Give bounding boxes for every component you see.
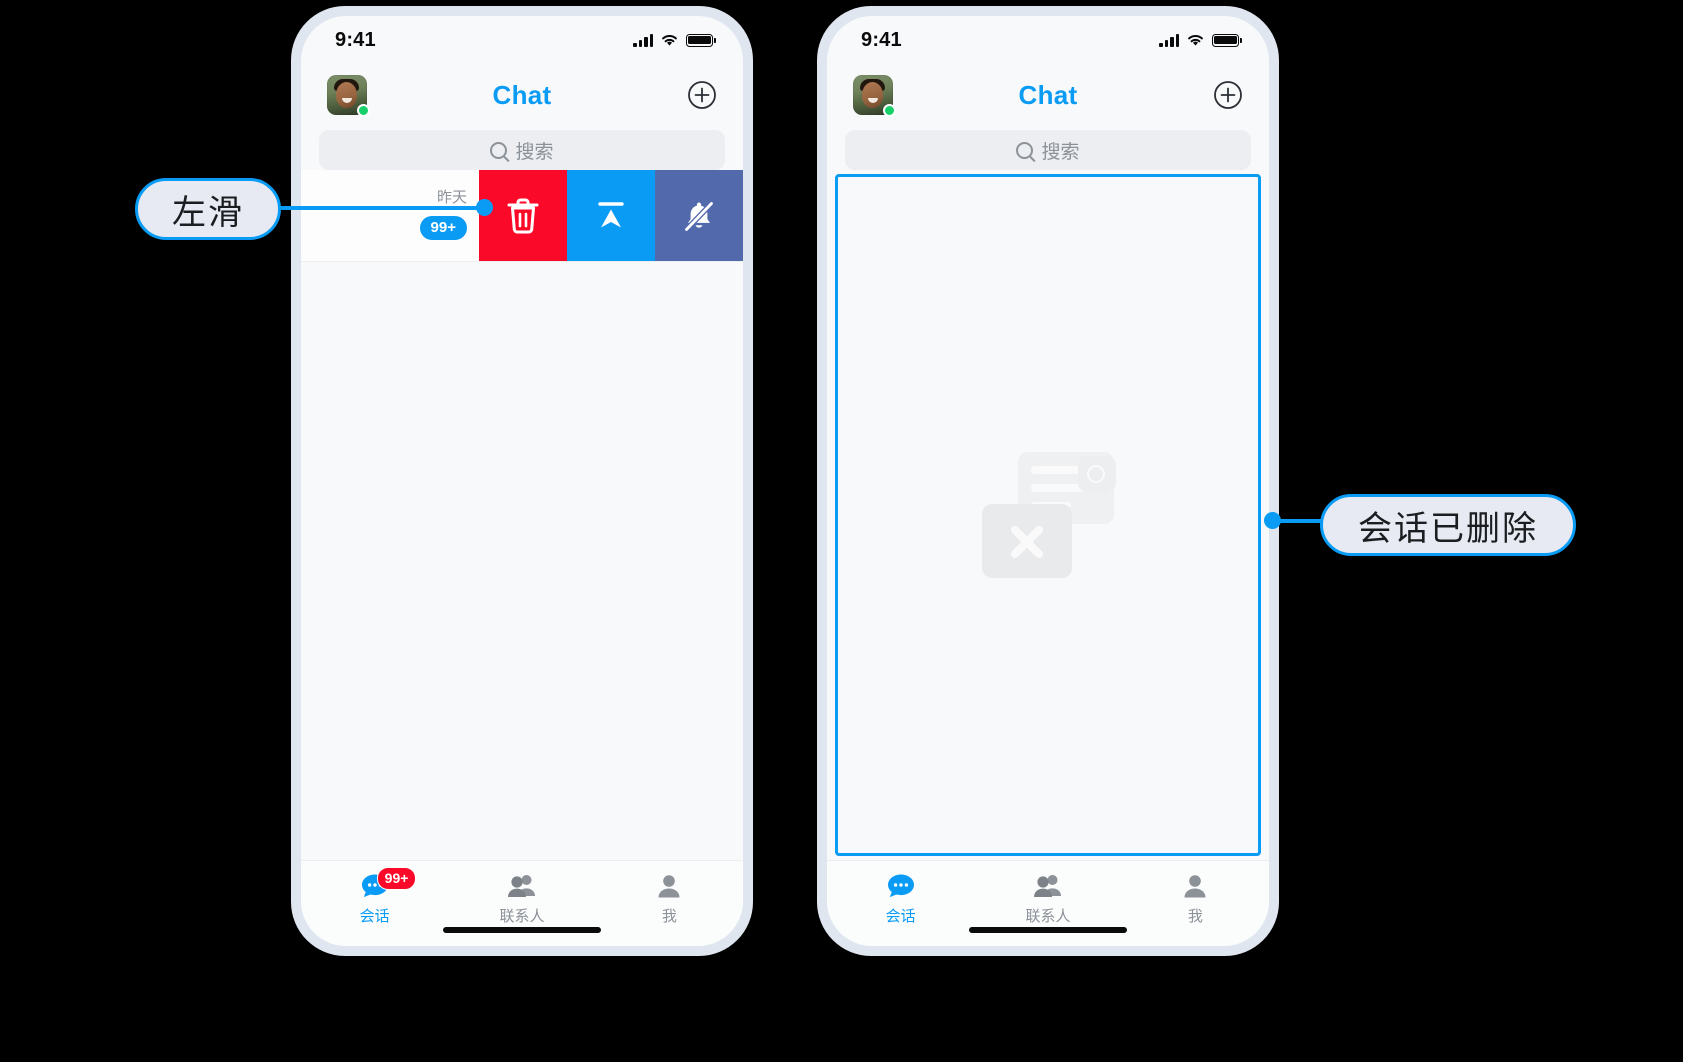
- phone-mockup-after: 9:41 Chat 搜索 会话 联系人 我: [817, 6, 1279, 956]
- wifi-icon: [1188, 34, 1203, 46]
- tab-contacts-label: 联系人: [499, 908, 545, 925]
- trash-icon: [507, 198, 539, 233]
- online-status-dot: [883, 104, 896, 117]
- signal-bars-icon: [633, 33, 653, 47]
- nav-header: Chat: [301, 64, 743, 126]
- home-indicator: [969, 927, 1127, 933]
- wifi-icon: [662, 34, 677, 46]
- phone-mockup-before: 9:41 Chat 搜索 昨天 99+ 99+ 会话 联系人 我: [291, 6, 753, 956]
- phone-screen-after: 9:41 Chat 搜索 会话 联系人 我: [827, 16, 1269, 946]
- status-bar: 9:41: [827, 16, 1269, 64]
- signal-bars-icon: [1159, 33, 1179, 47]
- person-icon: [1180, 872, 1210, 900]
- search-icon: [490, 141, 508, 159]
- tab-contacts-label: 联系人: [1025, 908, 1071, 925]
- search-placeholder: 搜索: [1041, 141, 1080, 163]
- illustration-deleted-x: [982, 504, 1072, 578]
- tab-me[interactable]: 我: [596, 872, 743, 926]
- plus-circle-icon[interactable]: [1213, 80, 1243, 110]
- search-icon: [1016, 141, 1034, 159]
- tab-chats-label: 会话: [359, 908, 390, 925]
- tab-contacts[interactable]: 联系人: [448, 872, 595, 926]
- search-placeholder: 搜索: [515, 141, 554, 163]
- conversation-row-meta: 昨天 99+: [419, 186, 467, 241]
- callout-swipe-left: 左滑: [135, 178, 281, 240]
- pin-to-top-button[interactable]: [567, 170, 655, 261]
- tab-chats-badge: 99+: [376, 867, 417, 890]
- avatar[interactable]: [853, 75, 896, 117]
- avatar-face: [862, 82, 883, 108]
- tab-me-label: 我: [1187, 908, 1203, 925]
- conversation-list: 昨天 99+: [301, 170, 743, 860]
- contacts-icon: [507, 872, 537, 900]
- pin-top-icon: [598, 201, 624, 227]
- callout-conversation-deleted: 会话已删除: [1320, 494, 1576, 556]
- status-bar-time: 9:41: [335, 28, 376, 51]
- bottom-tab-bar: 会话 联系人 我: [827, 860, 1269, 946]
- conversation-row-content[interactable]: 昨天 99+: [301, 170, 479, 261]
- callout-anchor-deleted: [1264, 512, 1281, 529]
- conversation-list-empty: [827, 170, 1269, 860]
- delete-conversation-button[interactable]: [479, 170, 567, 261]
- online-status-dot: [357, 104, 370, 117]
- nav-header: Chat: [827, 64, 1269, 126]
- mute-conversation-button[interactable]: [655, 170, 743, 261]
- person-icon: [654, 872, 684, 900]
- tab-contacts[interactable]: 联系人: [974, 872, 1121, 926]
- callout-anchor-swipe: [476, 199, 493, 216]
- swipe-action-group: [479, 170, 743, 261]
- bell-slash-icon: [683, 200, 715, 232]
- unread-count-badge: 99+: [419, 216, 467, 241]
- battery-icon: [686, 33, 716, 47]
- search-input[interactable]: 搜索: [319, 130, 725, 170]
- tab-me-label: 我: [661, 908, 677, 925]
- contacts-icon: [1033, 872, 1063, 900]
- callout-leader-line-swipe: [278, 206, 486, 210]
- illustration-bubble: [1078, 456, 1116, 497]
- home-indicator: [443, 927, 601, 933]
- status-bar-time: 9:41: [861, 28, 902, 51]
- screenshot-stage: 9:41 Chat 搜索 昨天 99+ 99+ 会话 联系人 我 9:41 Ch…: [0, 0, 1683, 1062]
- chat-bubble-icon: 99+: [360, 867, 417, 900]
- bottom-tab-bar: 99+ 会话 联系人 我: [301, 860, 743, 946]
- tab-me[interactable]: 我: [1122, 872, 1269, 926]
- chat-bubble-icon: [886, 872, 916, 900]
- conversation-timestamp: 昨天: [436, 189, 467, 206]
- empty-conversation-illustration: [982, 452, 1116, 578]
- conversation-row-swiped[interactable]: 昨天 99+: [301, 170, 743, 262]
- avatar[interactable]: [327, 75, 370, 117]
- battery-icon: [1212, 33, 1242, 47]
- tab-chats[interactable]: 会话: [827, 872, 974, 926]
- status-bar-icons: [633, 33, 716, 47]
- plus-circle-icon[interactable]: [687, 80, 717, 110]
- search-input[interactable]: 搜索: [845, 130, 1251, 170]
- phone-screen-before: 9:41 Chat 搜索 昨天 99+ 99+ 会话 联系人 我: [301, 16, 743, 946]
- tab-chats-label: 会话: [885, 908, 916, 925]
- status-bar-icons: [1159, 33, 1242, 47]
- tab-chats[interactable]: 99+ 会话: [301, 867, 448, 926]
- avatar-face: [336, 82, 357, 108]
- status-bar: 9:41: [301, 16, 743, 64]
- empty-state: [827, 170, 1269, 860]
